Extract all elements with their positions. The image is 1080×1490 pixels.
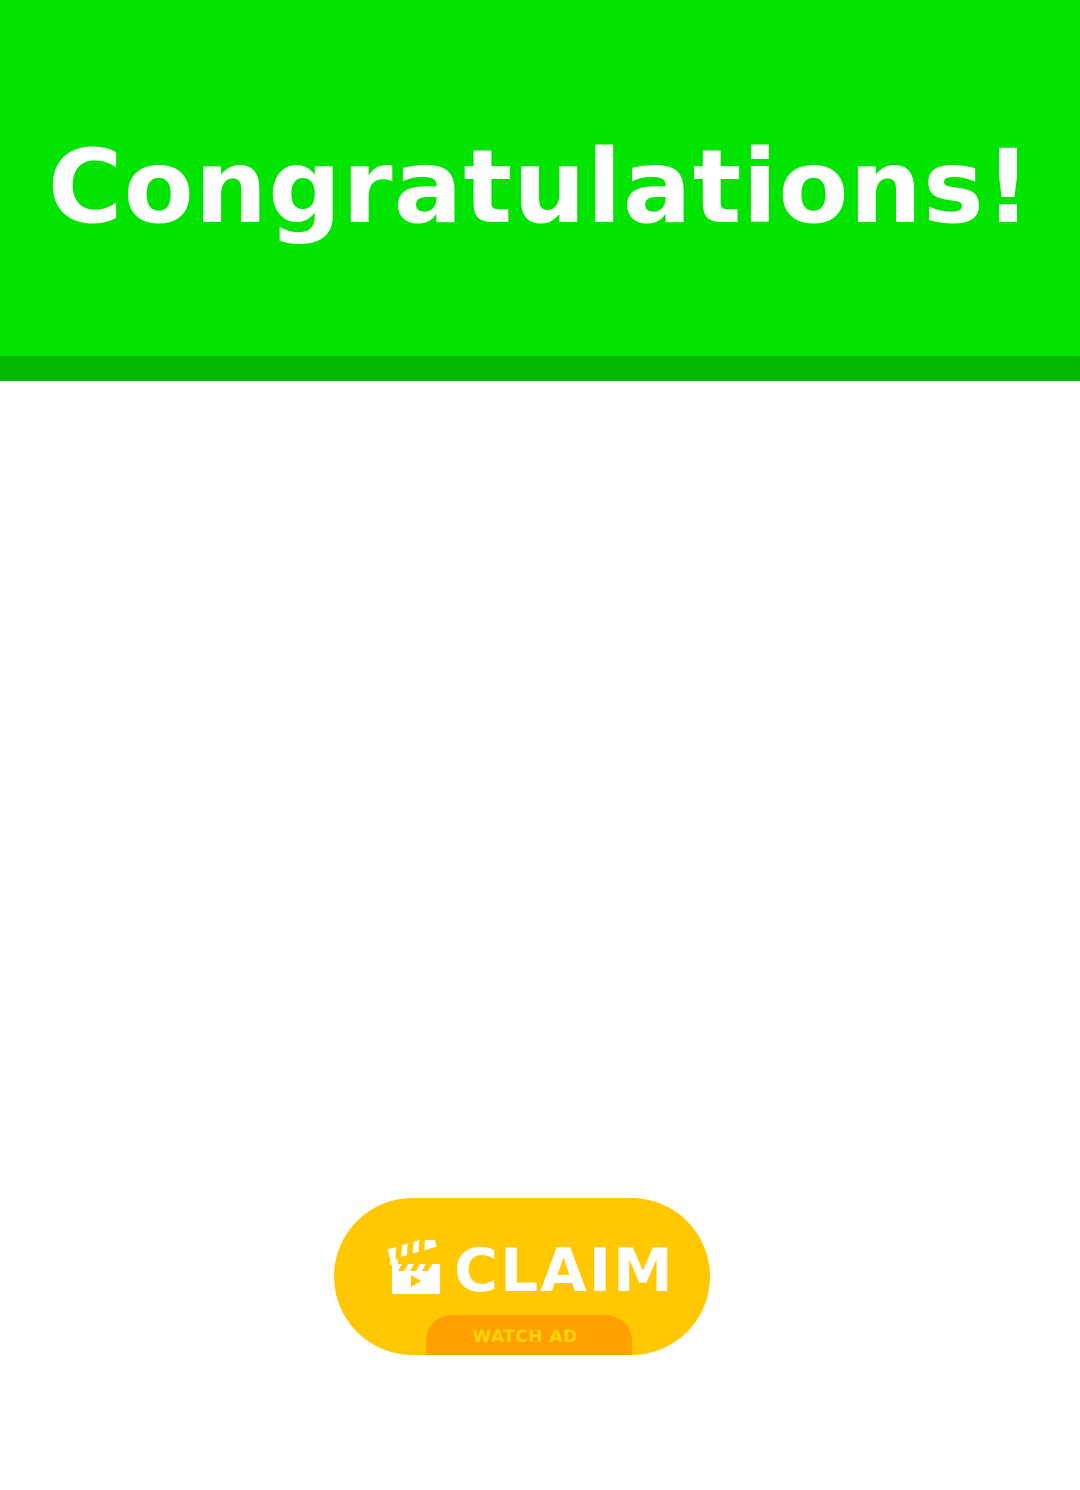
watch-ad-tab: WATCH AD — [426, 1315, 632, 1355]
congratulations-title: Congratulations! — [47, 128, 1033, 247]
claim-button[interactable]: CLAIM WATCH AD — [334, 1198, 710, 1355]
clapperboard-icon — [388, 1240, 440, 1294]
header-bottom-shadow — [0, 356, 1080, 381]
claim-button-label: CLAIM — [454, 1236, 675, 1306]
watch-ad-label: WATCH AD — [472, 1327, 578, 1347]
reward-content-area — [0, 381, 1080, 1181]
